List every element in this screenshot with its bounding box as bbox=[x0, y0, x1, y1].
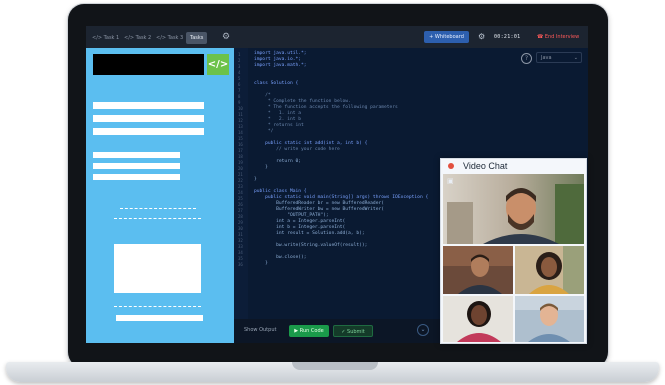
line-number: 24 bbox=[238, 190, 243, 195]
whiteboard-button[interactable]: + Whiteboard bbox=[424, 31, 469, 43]
participant-5-image bbox=[515, 296, 584, 342]
line-number: 15 bbox=[238, 136, 243, 141]
dashed-divider bbox=[120, 208, 196, 209]
text-placeholder-line bbox=[93, 152, 180, 158]
line-number: 27 bbox=[238, 208, 243, 213]
text-placeholder-line bbox=[93, 163, 180, 169]
line-number: 7 bbox=[238, 88, 241, 93]
line-number: 36 bbox=[238, 262, 243, 267]
record-dot bbox=[448, 163, 454, 169]
participant-main-image bbox=[443, 174, 584, 244]
line-number: 17 bbox=[238, 148, 243, 153]
text-placeholder-line bbox=[116, 315, 203, 321]
line-number: 34 bbox=[238, 250, 243, 255]
line-number: 20 bbox=[238, 166, 243, 171]
line-number: 2 bbox=[238, 58, 241, 63]
text-placeholder-line bbox=[93, 174, 180, 180]
video-tile-2[interactable] bbox=[443, 246, 513, 294]
line-number: 19 bbox=[238, 160, 243, 165]
dashed-divider bbox=[114, 218, 201, 219]
line-number: 21 bbox=[238, 172, 243, 177]
line-number: 23 bbox=[238, 184, 243, 189]
problem-panel: </> bbox=[86, 48, 234, 343]
line-number: 35 bbox=[238, 256, 243, 261]
line-number: 31 bbox=[238, 232, 243, 237]
line-number: 8 bbox=[238, 94, 241, 99]
line-number: 5 bbox=[238, 76, 241, 81]
submit-button[interactable]: ✓ Submit bbox=[333, 325, 373, 337]
tab-task-3[interactable]: </> Task 3 bbox=[156, 32, 183, 44]
line-number: 28 bbox=[238, 214, 243, 219]
end-interview-button[interactable]: ☎ End Interview bbox=[537, 32, 579, 42]
language-label: Java bbox=[541, 55, 552, 61]
settings-icon[interactable]: ⚙ bbox=[478, 32, 488, 42]
line-number: 3 bbox=[238, 64, 241, 69]
gear-icon[interactable]: ⚙ bbox=[222, 32, 232, 42]
run-code-label: Run Code bbox=[299, 328, 324, 334]
video-chat-window[interactable]: Video Chat ▣ bbox=[440, 158, 587, 344]
line-number: 11 bbox=[238, 112, 243, 117]
participant-2-image bbox=[443, 246, 513, 294]
video-chat-header[interactable]: Video Chat bbox=[441, 159, 586, 174]
camera-icon[interactable]: ▣ bbox=[447, 177, 454, 185]
tab-task-1[interactable]: </> Task 1 bbox=[92, 32, 119, 44]
problem-title-bar bbox=[93, 54, 204, 75]
language-select[interactable]: Java ⌄ bbox=[536, 52, 582, 63]
line-number: 32 bbox=[238, 238, 243, 243]
line-number: 29 bbox=[238, 220, 243, 225]
line-number: 4 bbox=[238, 70, 241, 75]
timer: 00:21:01 bbox=[494, 34, 521, 40]
participant-4-image bbox=[443, 296, 513, 342]
line-number: 9 bbox=[238, 100, 241, 105]
line-number: 22 bbox=[238, 178, 243, 183]
code-icon[interactable]: </> bbox=[207, 54, 229, 75]
video-tile-3[interactable] bbox=[515, 246, 584, 294]
line-number: 10 bbox=[238, 106, 243, 111]
text-placeholder-line bbox=[93, 102, 204, 109]
code-text[interactable]: import java.util.*; import java.io.*; impo… bbox=[254, 51, 428, 267]
line-number: 1 bbox=[238, 52, 241, 57]
chevron-down-icon: ⌄ bbox=[573, 55, 578, 61]
video-tile-4[interactable] bbox=[443, 296, 513, 342]
line-number: 26 bbox=[238, 202, 243, 207]
image-placeholder bbox=[114, 244, 201, 293]
tab-task-2[interactable]: </> Task 2 bbox=[124, 32, 151, 44]
help-icon[interactable]: ? bbox=[521, 53, 532, 64]
scroll-down-icon[interactable]: ⌄ bbox=[417, 324, 429, 336]
video-tile-5[interactable] bbox=[515, 296, 584, 342]
text-placeholder-line bbox=[93, 115, 204, 122]
line-number: 14 bbox=[238, 130, 243, 135]
end-interview-label: End Interview bbox=[544, 34, 580, 40]
laptop-notch bbox=[292, 362, 378, 370]
tab-tasks[interactable]: Tasks bbox=[186, 32, 208, 44]
participant-3-image bbox=[515, 246, 584, 294]
line-number: 12 bbox=[238, 118, 243, 123]
show-output-toggle[interactable]: Show Output bbox=[244, 327, 276, 333]
dashed-divider bbox=[114, 306, 201, 307]
line-number: 16 bbox=[238, 142, 243, 147]
line-number: 6 bbox=[238, 82, 241, 87]
code-line[interactable]: } bbox=[254, 261, 428, 267]
submit-label: Submit bbox=[347, 329, 365, 335]
video-chat-title: Video Chat bbox=[463, 161, 508, 171]
line-number: 25 bbox=[238, 196, 243, 201]
run-code-button[interactable]: ▶ Run Code bbox=[289, 325, 329, 337]
line-number: 30 bbox=[238, 226, 243, 231]
text-placeholder-line bbox=[93, 128, 204, 135]
line-number: 18 bbox=[238, 154, 243, 159]
line-number: 33 bbox=[238, 244, 243, 249]
line-number: 13 bbox=[238, 124, 243, 129]
video-tile-main[interactable]: ▣ bbox=[443, 174, 584, 244]
top-bar: </> Task 1 </> Task 2 </> Task 3 Tasks ⚙… bbox=[86, 26, 588, 48]
